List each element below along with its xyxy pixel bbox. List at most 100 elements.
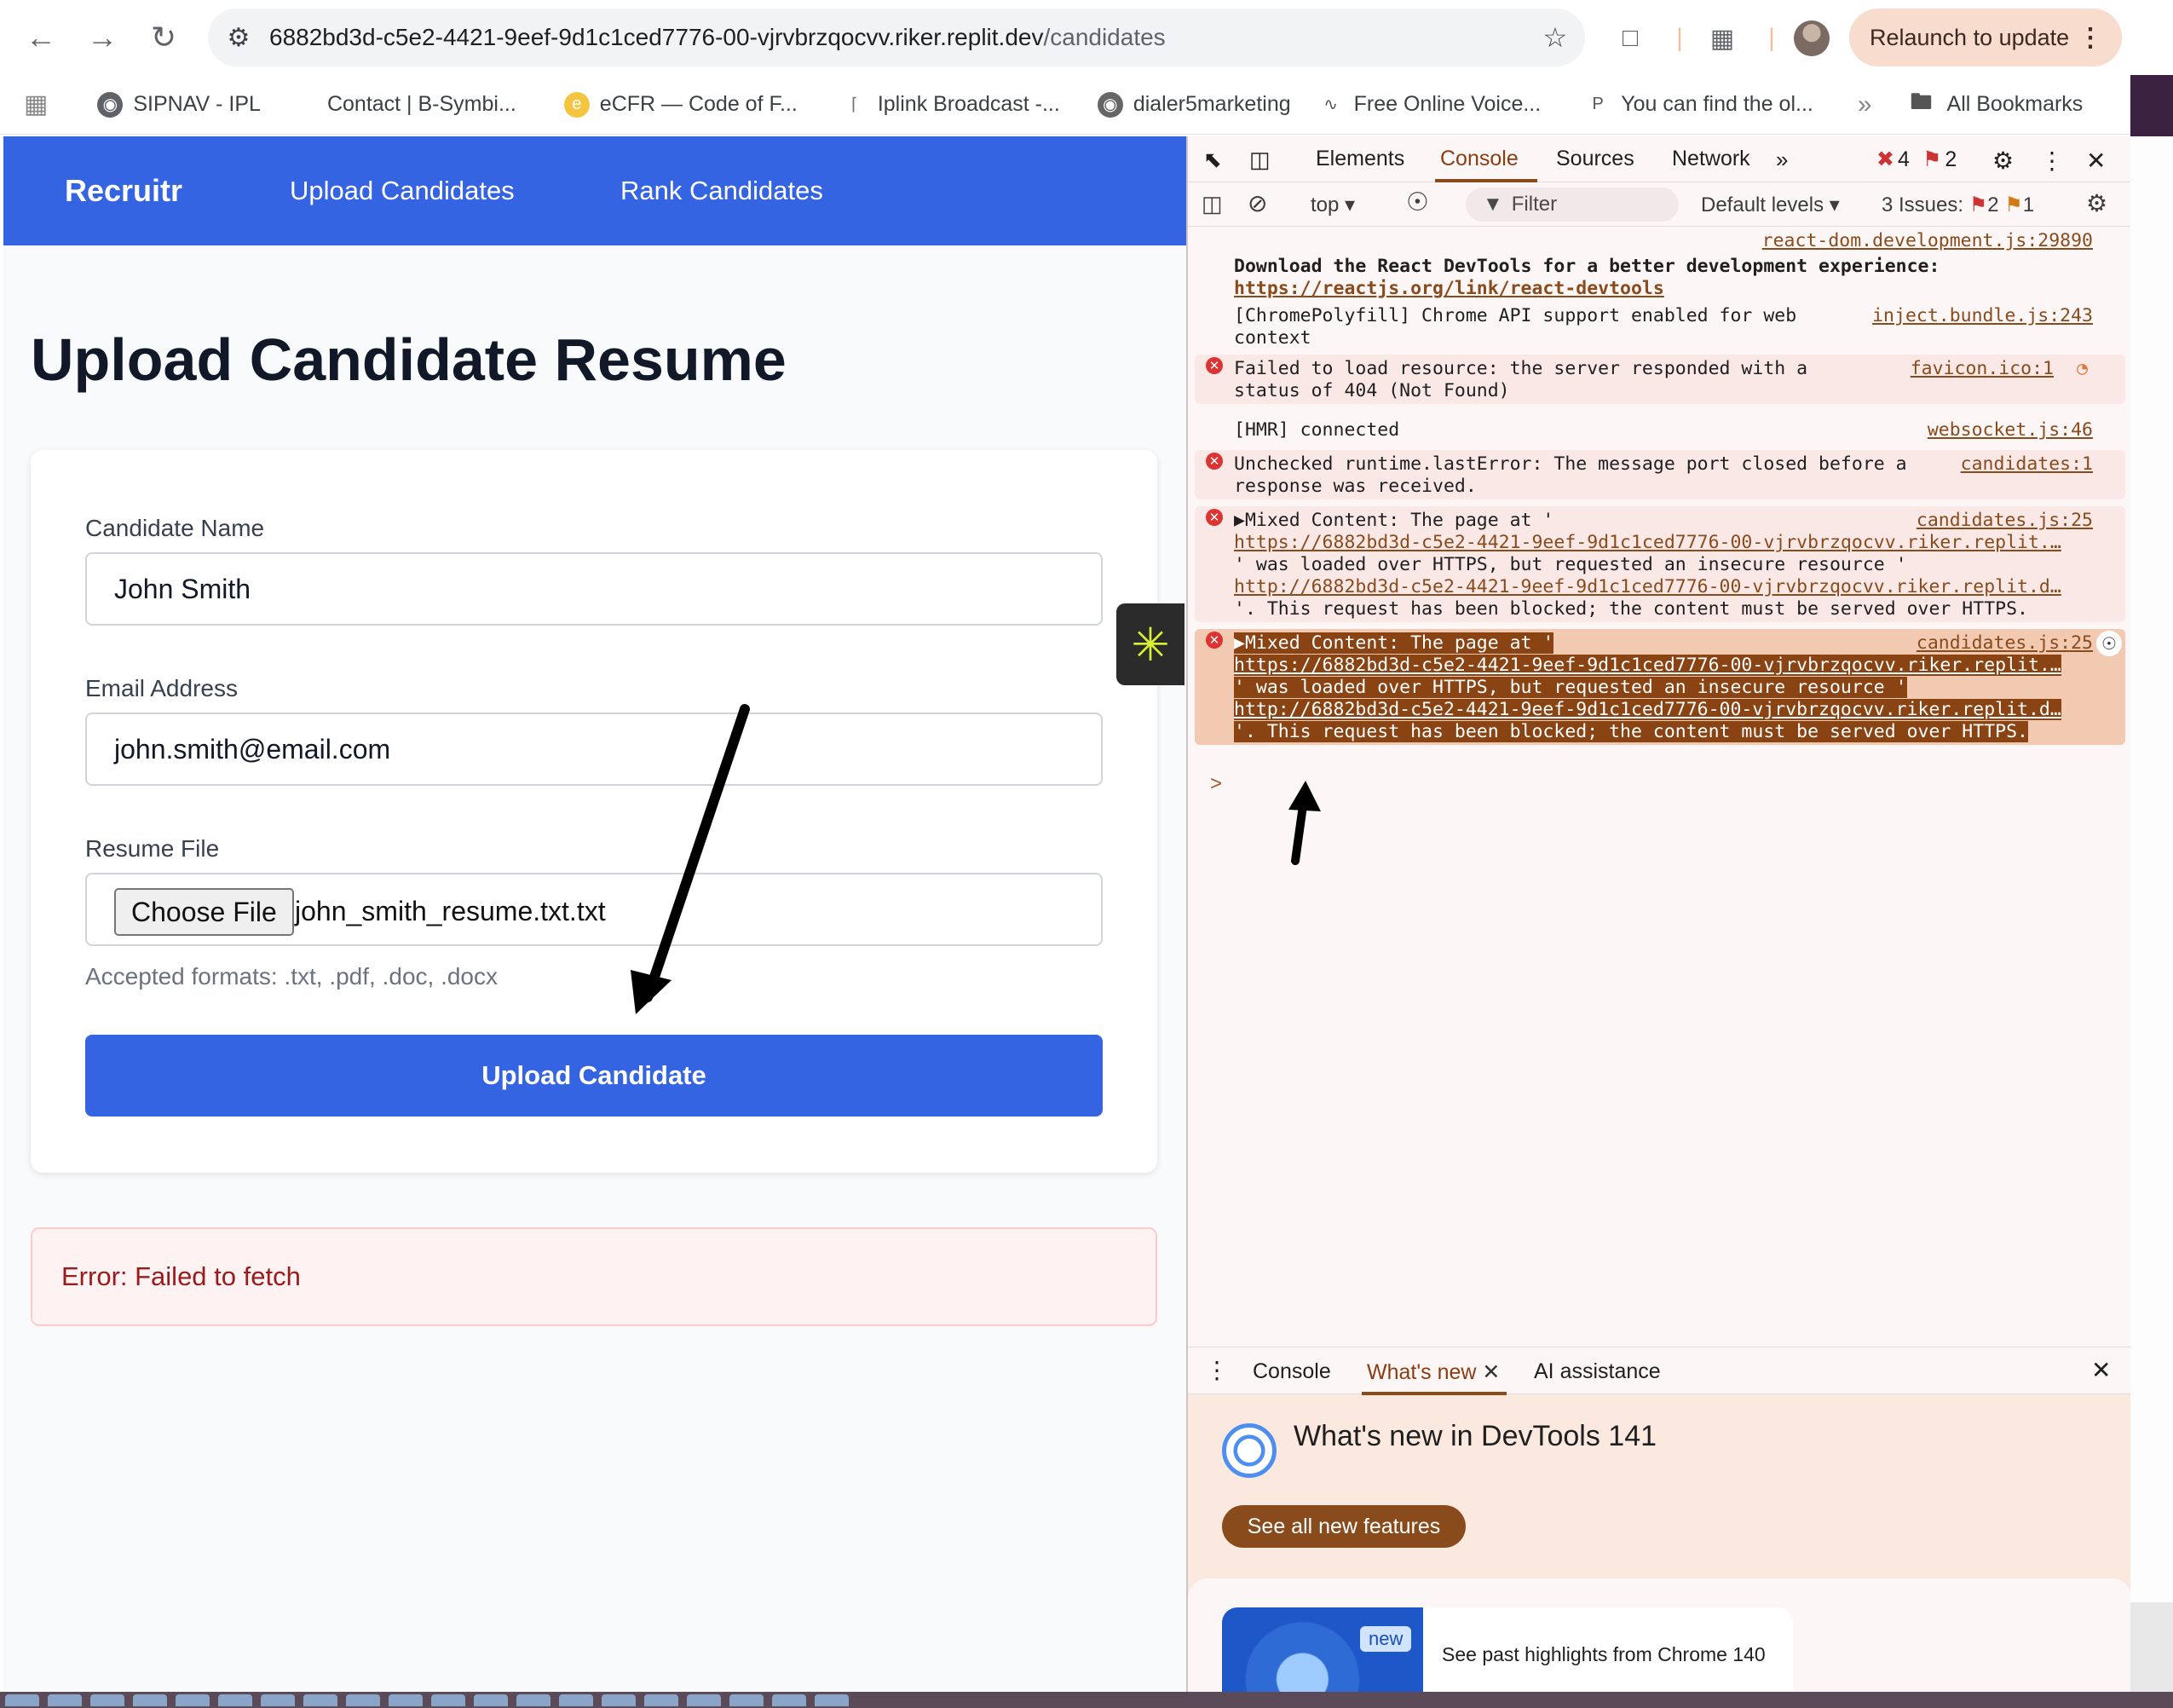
extensions-icon[interactable]: □ [1611,19,1650,58]
console-error-message[interactable]: ✕ candidates:1 Unchecked runtime.lastErr… [1195,450,2125,499]
message-link[interactable]: https://6882bd3d-c5e2-4421-9eef-9d1c1ced… [1234,655,2061,676]
site-info-icon[interactable]: ⚙ [208,23,269,53]
console-error-message-selected[interactable]: ✕ candidates.js:25 ☉ ▶Mixed Content: The… [1195,629,2125,745]
url-text[interactable]: 6882bd3d-c5e2-4421-9eef-9d1c1ced7776-00-… [269,24,1525,51]
message-text-cont: '. This request has been blocked; the co… [1234,721,2028,742]
message-text: Download the React DevTools for a better… [1234,256,1940,277]
drawer-menu-icon[interactable]: ⋮ [1205,1356,1229,1384]
inspect-element-icon[interactable]: ⬉ [1203,147,1222,173]
message-link[interactable]: http://6882bd3d-c5e2-4421-9eef-9d1c1ced7… [1234,699,2061,720]
whats-new-title: What's new in DevTools 141 [1294,1420,1657,1452]
ai-insights-icon[interactable]: ☉ [2096,631,2122,656]
message-source-link[interactable]: candidates:1 [1961,453,2093,476]
bookmark-item[interactable]: ∿ Free Online Voice... [1318,92,1541,118]
separator-icon-2: | [1768,24,1775,52]
message-source-link[interactable]: inject.bundle.js:243 [1872,305,2093,327]
bookmark-item[interactable]: ◉ SIPNAV - IPL [97,91,261,118]
network-icon[interactable]: ◔ [2077,358,2088,380]
relaunch-button[interactable]: Relaunch to update ⋮ [1849,9,2122,66]
tab-elements[interactable]: Elements [1316,147,1404,171]
back-icon[interactable]: ← [15,14,66,61]
message-source-link[interactable]: candidates.js:25 [1917,632,2093,655]
tab-console[interactable]: Console [1440,147,1519,171]
drawer-tab-console[interactable]: Console [1253,1359,1331,1384]
bookmark-label: SIPNAV - IPL [133,92,261,116]
bookmark-item[interactable]: ⌈ Iplink Broadcast -... [842,92,1060,118]
live-expression-eye-icon[interactable]: ☉ [1406,188,1429,217]
console-error-message[interactable]: ✕ favicon.ico:1 ◔ Failed to load resourc… [1195,355,2125,404]
settings-gear-icon[interactable]: ⚙ [1992,147,2014,175]
nav-upload-candidates[interactable]: Upload Candidates [290,176,515,206]
close-drawer-icon[interactable]: ✕ [2091,1356,2111,1384]
console-settings-icon[interactable]: ⚙ [2086,189,2107,217]
bookmark-item[interactable]: ◉ dialer5marketing [1097,91,1291,118]
clear-console-icon[interactable]: ⊘ [1248,189,1267,217]
message-text-cont: ' was loaded over HTTPS, but requested a… [1234,554,1907,575]
message-text: ▶Mixed Content: The page at ' [1234,632,1554,654]
message-source-link[interactable]: websocket.js:46 [1928,419,2093,441]
message-source-link[interactable]: candidates.js:25 [1917,510,2093,532]
file-format-hint: Accepted formats: .txt, .pdf, .doc, .doc… [85,963,498,990]
all-bookmarks-button[interactable]: 🖿 All Bookmarks [1906,89,2084,118]
bookmark-item[interactable]: P You can find the ol... [1585,92,1813,118]
see-all-features-button[interactable]: See all new features [1222,1505,1466,1548]
tab-sources[interactable]: Sources [1556,147,1634,171]
tab-network[interactable]: Network [1672,147,1750,171]
console-error-message[interactable]: ✕ candidates.js:25 ▶Mixed Content: The p… [1195,506,2125,622]
new-badge: new [1360,1626,1412,1652]
issue-count-badge[interactable]: ⚑ 2 [1922,147,1957,172]
issues-summary[interactable]: 3 Issues: ⚑2 ⚑1 [1882,193,2034,217]
drawer-tab-whats-new[interactable]: What's new ✕ [1367,1359,1500,1385]
highlight-card[interactable]: new See past highlights from Chrome 140 [1222,1607,1793,1692]
device-toolbar-icon[interactable]: ◫ [1249,147,1271,173]
sidebar-toggle-icon[interactable]: ◫ [1202,191,1223,217]
apps-grid-icon[interactable]: ▦ [24,89,48,119]
bookmark-label: Contact | B-Symbi... [326,92,516,116]
address-bar[interactable]: ⚙ 6882bd3d-c5e2-4421-9eef-9d1c1ced7776-0… [208,9,1585,66]
more-tabs-icon[interactable]: » [1776,147,1788,173]
forward-icon[interactable]: → [77,14,128,61]
bookmark-star-icon[interactable]: ☆ [1525,21,1585,54]
screen-search-icon[interactable]: ▦ [1703,19,1742,58]
close-tab-icon[interactable]: ✕ [1482,1360,1500,1384]
brand-logo[interactable]: Recruitr [65,173,182,209]
message-source-link[interactable]: react-dom.development.js:29890 [1762,230,2093,252]
whats-new-label: What's new [1367,1360,1477,1384]
choose-file-button[interactable]: Choose File [114,888,294,936]
console-message[interactable]: inject.bundle.js:243 [ChromePolyfill] Ch… [1195,305,2125,349]
desktop-background [2130,0,2173,1692]
drawer-tab-ai-assistance[interactable]: AI assistance [1534,1359,1661,1384]
candidate-name-input[interactable]: John Smith [85,552,1103,626]
overflow-label: » [1857,89,1872,118]
devtools-tabbar: ⬉ ◫ Elements Console Sources Network » ✖… [1188,136,2130,182]
message-source-link[interactable]: favicon.ico:1 [1911,358,2054,380]
bookmark-item[interactable]: Contact | B-Symbi... [327,92,516,117]
resume-file-input[interactable]: Choose File john_smith_resume.txt.txt [85,873,1103,946]
log-levels-dropdown[interactable]: Default levels ▾ [1701,193,1840,217]
bookmark-item[interactable]: e eCFR — Code of F... [563,91,798,118]
error-icon: ✕ [1206,453,1223,470]
close-devtools-icon[interactable]: ✕ [2086,147,2106,175]
upload-form: Candidate Name John Smith Email Address … [31,450,1157,1173]
console-prompt[interactable]: > [1210,772,1222,796]
console-message[interactable]: websocket.js:46 [HMR] connected [1195,419,2125,441]
bookmarks-overflow-button[interactable]: » [1858,90,1872,119]
profile-avatar[interactable] [1794,20,1830,56]
replit-assistant-icon[interactable]: ✳ [1116,603,1184,685]
issues-label: 3 Issues: [1882,193,1964,216]
dialer-icon: ◉ [1097,91,1123,118]
devtools-menu-icon[interactable]: ⋮ [2040,147,2064,175]
message-link[interactable]: https://reactjs.org/link/react-devtools [1234,278,2118,300]
context-selector[interactable]: top ▾ [1311,193,1355,217]
menu-dots-icon[interactable]: ⋮ [2078,23,2103,53]
filter-input[interactable]: ▼ Filter [1466,188,1679,222]
email-input[interactable]: john.smith@email.com [85,713,1103,786]
error-count-badge[interactable]: ✖ 4 [1876,147,1910,172]
nav-rank-candidates[interactable]: Rank Candidates [620,176,823,206]
reload-icon[interactable]: ↻ [138,14,189,61]
error-icon: ✕ [1206,509,1223,526]
message-link[interactable]: http://6882bd3d-c5e2-4421-9eef-9d1c1ced7… [1234,576,2118,598]
console-message[interactable]: react-dom.development.js:29890 Download … [1195,230,2125,300]
upload-candidate-button[interactable]: Upload Candidate [85,1035,1103,1117]
message-link[interactable]: https://6882bd3d-c5e2-4421-9eef-9d1c1ced… [1234,532,2118,554]
